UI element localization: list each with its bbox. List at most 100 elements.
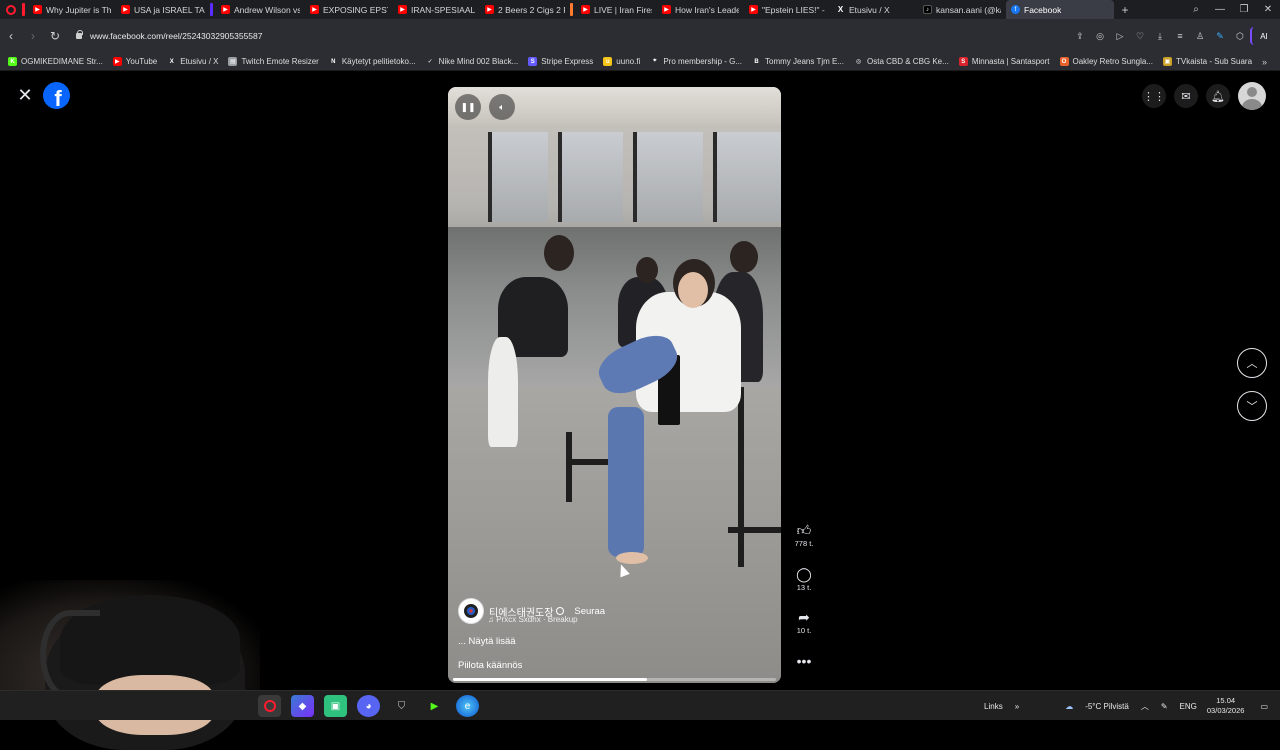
- copilot-taskbar-icon[interactable]: ◆: [291, 695, 314, 717]
- volume-icon[interactable]: 🔈︎: [489, 94, 515, 120]
- notification-center-icon[interactable]: ▭: [1260, 702, 1268, 711]
- bookmark-item[interactable]: ⌖ Pro membership - G...: [650, 57, 742, 66]
- browser-tab[interactable]: ▶ USA ja ISRAEL TAPP: [116, 0, 210, 19]
- restore-icon[interactable]: ❐: [1232, 4, 1256, 15]
- video-scene-dancer: [544, 235, 574, 271]
- browser-tab[interactable]: ♪ kansan.aani (@kar: [918, 0, 1006, 19]
- bookmark-label: Twitch Emote Resizer: [241, 57, 319, 66]
- weather-text[interactable]: -5°C Pilvistä: [1085, 702, 1129, 711]
- video-scene-dancer: [636, 257, 658, 283]
- browser-tab[interactable]: ▶ How Iran's Leader: [657, 0, 744, 19]
- links-toolbar[interactable]: Links: [984, 702, 1003, 711]
- header-actions: ⋮⋮ ✉ 🔔︎: [1142, 82, 1266, 110]
- bookmark-favicon-icon: ▶: [112, 57, 122, 66]
- reload-icon[interactable]: ↻: [44, 25, 66, 47]
- browser-tab[interactable]: ▶ 2 Beers 2 Cigs 2 Ru: [480, 0, 570, 19]
- url-field[interactable]: www.facebook.com/reel/25243032905355587: [76, 30, 263, 41]
- browser-tab[interactable]: f Facebook: [1006, 0, 1114, 19]
- browser-tab[interactable]: ▶ IRAN-SPESIAALI: Tr: [393, 0, 480, 19]
- close-window-icon[interactable]: ✕: [1256, 4, 1280, 15]
- app-taskbar-icon[interactable]: ▣: [324, 695, 347, 717]
- bookmark-item[interactable]: S Minnasta | Santasport: [958, 57, 1050, 66]
- youtube-icon: ▶: [398, 5, 407, 14]
- tab-title: USA ja ISRAEL TAPP: [134, 4, 205, 15]
- pen-icon[interactable]: ✎: [1161, 702, 1168, 711]
- bookmark-item[interactable]: ▶ YouTube: [112, 57, 157, 66]
- browser-tab[interactable]: ▶ Andrew Wilson vs.: [210, 0, 305, 19]
- follow-button[interactable]: Seuraa: [574, 606, 605, 617]
- tray-expand-icon[interactable]: ︿: [1141, 701, 1149, 712]
- notifications-bell-icon[interactable]: 🔔︎: [1206, 84, 1230, 108]
- comment-button[interactable]: ◯ 13 t.: [788, 565, 820, 592]
- discord-taskbar-icon[interactable]: ◕: [357, 695, 380, 717]
- language-indicator[interactable]: ENG: [1180, 702, 1197, 711]
- webcam-headset: [40, 610, 100, 700]
- browser-tab[interactable]: ▶ "Epstein LIES!" - CU: [744, 0, 831, 19]
- bookmark-item[interactable]: u uuno.fi: [603, 57, 640, 66]
- reel-video[interactable]: ❚❚ 🔈︎ 티에스태권도장 Seuraa ♫ Prxcx Sxdhx · Bre…: [448, 87, 781, 683]
- browser-tab[interactable]: ▶ EXPOSING EPSTEIN: [305, 0, 393, 19]
- facebook-logo-icon[interactable]: f: [43, 82, 70, 109]
- bookmark-label: Osta CBD & CBG Ke...: [867, 57, 949, 66]
- cube-icon[interactable]: ⬡: [1230, 26, 1250, 46]
- profile-icon[interactable]: ♙: [1190, 26, 1210, 46]
- pause-icon[interactable]: ❚❚: [455, 94, 481, 120]
- extension-icon[interactable]: ✎: [1210, 26, 1230, 46]
- close-icon[interactable]: ✕: [16, 86, 34, 104]
- share-button[interactable]: ➦ 10 t.: [788, 608, 820, 635]
- more-options-button[interactable]: •••: [788, 652, 820, 670]
- next-reel-button[interactable]: ﹀: [1237, 391, 1267, 421]
- back-icon[interactable]: ‹: [0, 25, 22, 47]
- edge-taskbar-icon[interactable]: e: [456, 695, 479, 717]
- media-taskbar-icon[interactable]: ▶: [423, 695, 446, 717]
- clock-time: 15.04: [1216, 696, 1236, 705]
- opera-menu-icon[interactable]: [0, 0, 22, 19]
- bookmark-item[interactable]: ◎ Osta CBD & CBG Ke...: [854, 57, 949, 66]
- share-page-icon[interactable]: ⇪: [1070, 26, 1090, 46]
- opera-taskbar-icon[interactable]: [258, 695, 281, 717]
- new-tab-icon[interactable]: +: [1114, 3, 1136, 17]
- like-button[interactable]: 👍︎ 778 t.: [788, 521, 820, 548]
- account-avatar[interactable]: [1238, 82, 1266, 110]
- download-icon[interactable]: ⤓: [1150, 26, 1170, 46]
- bookmark-favicon-icon: ✓: [427, 59, 433, 65]
- browser-tab[interactable]: ▶ Why Jupiter is The: [22, 0, 116, 19]
- links-expand-icon[interactable]: »: [1015, 702, 1019, 711]
- video-progress-bar[interactable]: [453, 678, 776, 681]
- minimize-icon[interactable]: —: [1208, 4, 1232, 15]
- player-icon[interactable]: ▷: [1110, 26, 1130, 46]
- music-track-label: Prxcx Sxdhx · Breakup: [496, 615, 578, 624]
- ai-button[interactable]: AI: [1250, 27, 1276, 45]
- bookmark-item[interactable]: X Etusivu / X: [167, 57, 219, 66]
- bookmark-item[interactable]: O Oakley Retro Sunglа...: [1059, 57, 1153, 66]
- search-tabs-icon[interactable]: ⌕: [1184, 4, 1208, 15]
- tab-list-icon[interactable]: ≡: [1170, 26, 1190, 46]
- browser-tab[interactable]: ▶ LIVE | Iran Fires Fou: [570, 0, 657, 19]
- snapshot-icon[interactable]: ◎: [1090, 26, 1110, 46]
- clock[interactable]: 15.04 03/03/2026: [1207, 696, 1245, 716]
- menu-grid-icon[interactable]: ⋮⋮: [1142, 84, 1166, 108]
- previous-reel-button[interactable]: ︿: [1237, 348, 1267, 378]
- messenger-icon[interactable]: ✉: [1174, 84, 1198, 108]
- see-more-link[interactable]: ... Näytä lisää: [458, 636, 605, 647]
- tab-title: kansan.aani (@kar: [936, 4, 1001, 15]
- tab-title: "Epstein LIES!" - CU: [762, 4, 826, 15]
- bookmark-item[interactable]: B Tommy Jeans Tjm E...: [752, 57, 844, 66]
- bookmark-item[interactable]: N Käytetyt pelitietoko...: [329, 57, 416, 66]
- heart-icon[interactable]: ♡: [1130, 26, 1150, 46]
- shield-taskbar-icon[interactable]: ⛉: [390, 695, 413, 717]
- bookmark-item[interactable]: S Stripe Express: [528, 57, 593, 66]
- more-bookmarks-icon[interactable]: »: [1262, 57, 1267, 67]
- browser-tab[interactable]: X Etusivu / X: [831, 0, 918, 19]
- url-text[interactable]: www.facebook.com/reel/25243032905355587: [90, 31, 263, 41]
- bookmark-item[interactable]: ✓ Nike Mind 002 Black...: [426, 57, 519, 66]
- thumbs-up-icon: 👍︎: [796, 522, 812, 538]
- bookmark-item[interactable]: ▣ TVkaista - Sub Suara: [1162, 57, 1252, 66]
- lock-icon[interactable]: [76, 30, 83, 39]
- hide-translation-link[interactable]: Piilota käännös: [458, 660, 522, 671]
- author-avatar[interactable]: [458, 598, 484, 624]
- bookmark-item[interactable]: K OGMIKEDIMANE Str...: [8, 57, 103, 66]
- forward-icon[interactable]: ›: [22, 25, 44, 47]
- youtube-icon: ▶: [485, 5, 494, 14]
- bookmark-item[interactable]: ▤ Twitch Emote Resizer: [228, 57, 319, 66]
